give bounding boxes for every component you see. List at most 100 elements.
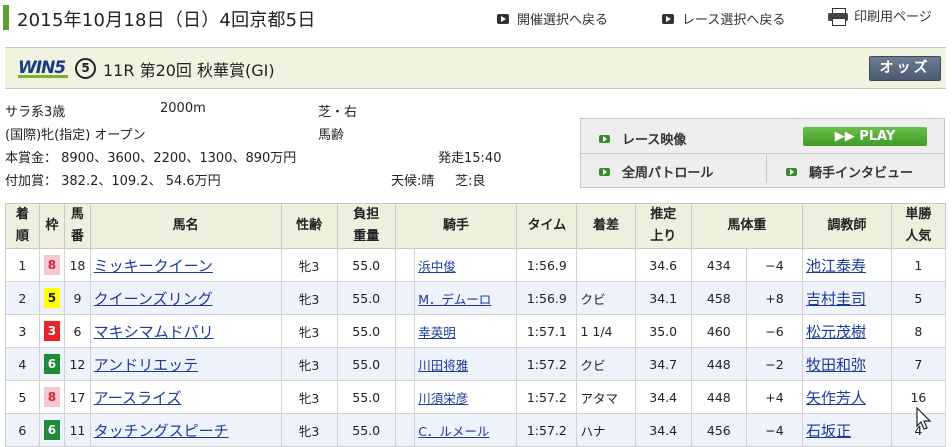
jockey-name-link[interactable]: 幸英明 bbox=[418, 325, 456, 340]
table-row: 2 5 9 クイーンズリング 牝3 55.0 M．デムーロ 1:56.9 クビ 34.1 458 +8… bbox=[5, 281, 947, 315]
trainer-cell: 矢作芳人 bbox=[802, 380, 892, 414]
time-cell: 1:56.9 bbox=[516, 248, 578, 282]
agari-cell: 34.1 bbox=[634, 281, 692, 315]
trainer-name-link[interactable]: 矢作芳人 bbox=[806, 389, 866, 407]
jockey-name-link[interactable]: C．ルメール bbox=[418, 424, 489, 439]
table-row: 5 8 17 アースライズ 牝3 55.0 川須栄彦 1:57.2 アタマ 34.4 448 +4 矢作… bbox=[5, 380, 947, 414]
margin-cell: クビ bbox=[576, 347, 636, 381]
time-cell: 1:56.9 bbox=[516, 281, 578, 315]
jockey-name-link[interactable]: 川田将雅 bbox=[418, 358, 468, 373]
col-jockey: 騎手 bbox=[394, 203, 518, 249]
jockey-mark-cell bbox=[394, 380, 416, 414]
weight-cell: 55.0 bbox=[336, 347, 396, 381]
time-cell: 1:57.1 bbox=[516, 314, 578, 348]
umaban-cell: 9 bbox=[64, 281, 91, 315]
trainer-name-link[interactable]: 池江泰寿 bbox=[806, 257, 866, 275]
agari-cell: 34.4 bbox=[634, 380, 692, 414]
bodyweight-diff-cell: −2 bbox=[745, 347, 804, 381]
waku-cell: 8 bbox=[38, 248, 66, 282]
race-title-bar: WIN5 5 11R 第20回 秋華賞(GI) オッズ bbox=[5, 47, 946, 89]
trainer-name-link[interactable]: 石坂正 bbox=[806, 422, 851, 440]
horse-name-link[interactable]: マキシマムドパリ bbox=[94, 323, 214, 341]
col-weight: 負担 重量 bbox=[336, 203, 396, 249]
trainer-name-link[interactable]: 吉村圭司 bbox=[806, 290, 866, 308]
horse-name-link[interactable]: タッチングスピーチ bbox=[94, 422, 229, 440]
race-title: 11R 第20回 秋華賞(GI) bbox=[103, 61, 275, 80]
green-accent-bar bbox=[3, 5, 9, 30]
bodyweight-diff-cell: +4 bbox=[745, 380, 804, 414]
weight-cell: 55.0 bbox=[336, 380, 396, 414]
win5-leg-badge: 5 bbox=[75, 58, 96, 79]
waku-badge: 8 bbox=[43, 387, 60, 407]
jockey-name-link[interactable]: M．デムーロ bbox=[418, 292, 491, 307]
jockey-cell: 川須栄彦 bbox=[414, 380, 518, 414]
col-margin: 着差 bbox=[576, 203, 636, 249]
printer-icon bbox=[828, 7, 848, 26]
margin-cell: アタマ bbox=[576, 380, 636, 414]
back-to-race-link[interactable]: レース選択へ戻る bbox=[662, 9, 785, 28]
arrow-icon bbox=[662, 13, 674, 24]
race-video-link[interactable]: レース映像 bbox=[599, 129, 686, 148]
horse-name-link[interactable]: アースライズ bbox=[94, 389, 182, 407]
play-button[interactable]: ▶▶ PLAY bbox=[803, 127, 927, 146]
horse-name-link[interactable]: ミッキークイーン bbox=[94, 257, 213, 275]
patrol-video-link[interactable]: 全周パトロール bbox=[599, 162, 713, 181]
play-icon: ▶▶ bbox=[834, 129, 860, 144]
col-agari: 推定 上り bbox=[634, 203, 692, 249]
added-prize: 付加賞： 382.2、109.2、 54.6万円 bbox=[5, 174, 221, 189]
bodyweight-cell: 434 bbox=[690, 248, 747, 282]
rank-cell: 4 bbox=[5, 347, 40, 381]
time-cell: 1:57.2 bbox=[516, 347, 578, 381]
bodyweight-cell: 460 bbox=[690, 314, 747, 348]
jockey-name-link[interactable]: 浜中俊 bbox=[418, 259, 456, 274]
sexage-cell: 牝3 bbox=[280, 281, 338, 315]
trainer-name-link[interactable]: 松元茂樹 bbox=[806, 323, 866, 341]
col-time: タイム bbox=[516, 203, 578, 249]
back-to-race-label: レース選択へ戻る bbox=[682, 13, 786, 28]
horse-cell: クイーンズリング bbox=[89, 281, 282, 315]
col-umaban: 馬番 bbox=[64, 203, 91, 249]
waku-badge: 8 bbox=[43, 255, 60, 275]
weight-cell: 55.0 bbox=[336, 281, 396, 315]
jockey-interview-link[interactable]: 騎手インタビュー bbox=[786, 162, 913, 181]
jockey-cell: M．デムーロ bbox=[414, 281, 518, 315]
rank-cell: 5 bbox=[5, 380, 40, 414]
video-icon bbox=[599, 134, 610, 143]
col-sexage: 性齢 bbox=[280, 203, 338, 249]
print-page-label: 印刷用ページ bbox=[854, 10, 932, 25]
waku-badge: 6 bbox=[43, 354, 60, 374]
odds-button[interactable]: オッズ bbox=[869, 56, 941, 81]
race-type: (国際)牝(指定) オープン bbox=[5, 128, 146, 143]
race-date: 2015年10月18日（日）4回京都5日 bbox=[17, 10, 316, 31]
jockey-name-link[interactable]: 川須栄彦 bbox=[418, 391, 468, 406]
trainer-cell: 池江泰寿 bbox=[802, 248, 892, 282]
col-waku: 枠 bbox=[38, 203, 66, 249]
bodyweight-cell: 458 bbox=[690, 281, 747, 315]
race-surface: 芝・右 bbox=[318, 105, 358, 120]
bodyweight-diff-cell: +8 bbox=[745, 281, 804, 315]
table-row: 1 8 18 ミッキークイーン 牝3 55.0 浜中俊 1:56.9 34.6 434 −4 池江泰寿… bbox=[5, 248, 947, 282]
top-bar: 2015年10月18日（日）4回京都5日 開催選択へ戻る レース選択へ戻る 印刷… bbox=[0, 0, 952, 36]
umaban-cell: 17 bbox=[64, 380, 91, 414]
trainer-cell: 松元茂樹 bbox=[802, 314, 892, 348]
popularity-cell: 8 bbox=[890, 314, 947, 348]
col-popularity: 単勝 人気 bbox=[890, 203, 947, 249]
back-to-meeting-link[interactable]: 開催選択へ戻る bbox=[497, 9, 608, 28]
bodyweight-diff-cell: −6 bbox=[745, 314, 804, 348]
weight-rule: 馬齢 bbox=[318, 128, 345, 143]
waku-cell: 6 bbox=[38, 347, 66, 381]
trainer-cell: 吉村圭司 bbox=[802, 281, 892, 315]
horse-cell: アンドリエッテ bbox=[89, 347, 282, 381]
sexage-cell: 牝3 bbox=[280, 347, 338, 381]
jockey-cell: 川田将雅 bbox=[414, 347, 518, 381]
horse-name-link[interactable]: クイーンズリング bbox=[94, 290, 213, 308]
video-icon bbox=[786, 167, 797, 176]
jockey-mark-cell bbox=[394, 281, 416, 315]
table-header-row: 着順 枠 馬番 馬名 性齢 負担 重量 騎手 タイム 着差 推定 上り 馬体重 調教… bbox=[5, 203, 947, 249]
col-horse: 馬名 bbox=[89, 203, 282, 249]
results-table: 着順 枠 馬番 馬名 性齢 負担 重量 騎手 タイム 着差 推定 上り 馬体重 調教… bbox=[5, 203, 947, 447]
trainer-name-link[interactable]: 牧田和弥 bbox=[806, 356, 866, 374]
horse-name-link[interactable]: アンドリエッテ bbox=[94, 356, 198, 374]
horse-cell: マキシマムドパリ bbox=[89, 314, 282, 348]
print-page-link[interactable]: 印刷用ページ bbox=[828, 6, 932, 26]
